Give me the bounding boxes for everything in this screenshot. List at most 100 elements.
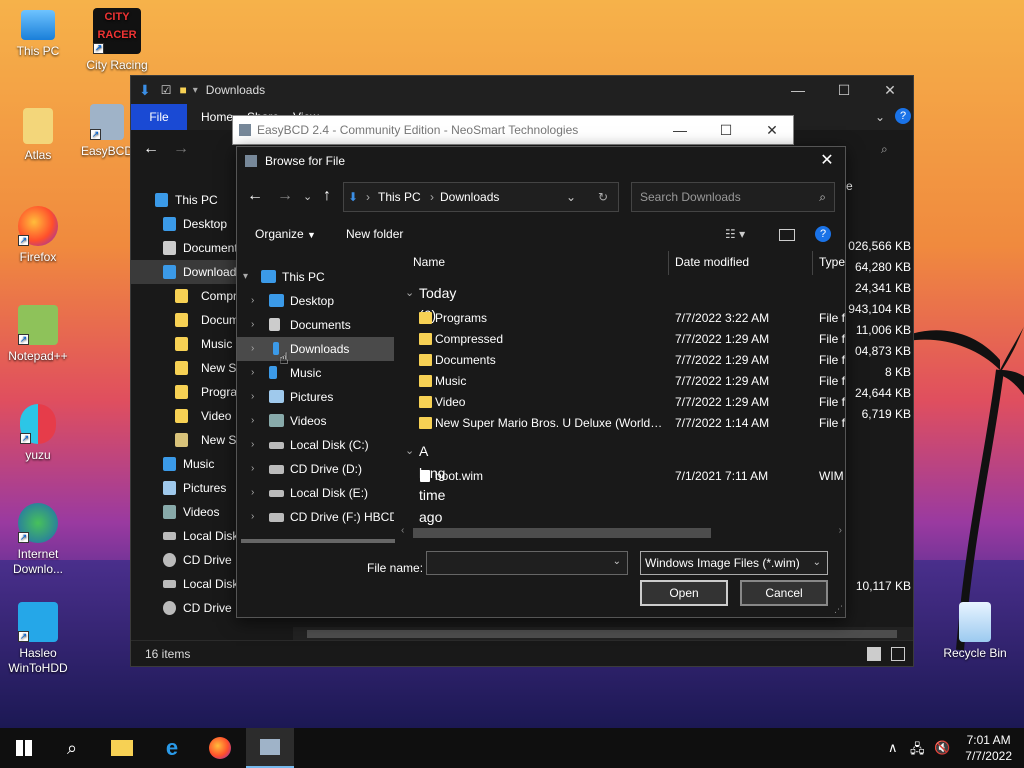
easybcd-window[interactable]: EasyBCD 2.4 - Community Edition - NeoSma… (232, 115, 794, 145)
sidebar-item[interactable]: Programs (131, 380, 241, 404)
new-folder-button[interactable]: New folder (346, 227, 403, 241)
tree-item-cd-drive-f[interactable]: ›CD Drive (F:) HBCD_PE_x64 (237, 505, 394, 529)
tree-item-this-pc[interactable]: ▾ This PC (237, 265, 394, 289)
sidebar-item[interactable]: Videos (131, 500, 241, 524)
explorer-titlebar[interactable]: ⬇ ☑ ■ ▾ Downloads — ☐ ✕ (131, 76, 913, 104)
sidebar-item[interactable]: Video (131, 404, 241, 428)
details-view-icon[interactable] (867, 647, 881, 661)
column-header-name[interactable]: Name (413, 249, 445, 275)
scroll-thumb[interactable] (307, 630, 897, 638)
sidebar-item[interactable]: Music (131, 332, 241, 356)
sidebar-item[interactable]: Local Disk (131, 524, 241, 548)
back-arrow-icon[interactable]: ← (247, 187, 263, 205)
tree-item-desktop[interactable]: › Desktop (237, 289, 394, 313)
taskbar-internet-explorer[interactable]: e (148, 728, 196, 768)
expand-icon[interactable]: › (251, 385, 254, 409)
sidebar-item[interactable]: Documents (131, 308, 241, 332)
breadcrumb-downloads[interactable]: Downloads (440, 190, 499, 204)
column-header-type[interactable]: Type (819, 249, 845, 275)
list-item[interactable]: Video7/7/2022 1:29 AMFile folder (405, 392, 845, 413)
chevron-down-icon[interactable]: ⌄ (613, 556, 621, 567)
address-dropdown-icon[interactable]: ⌄ (566, 190, 576, 204)
expand-icon[interactable]: › (251, 481, 254, 505)
cancel-button[interactable]: Cancel (740, 580, 828, 606)
explorer-maximize-button[interactable]: ☐ (821, 76, 867, 104)
file-type-select[interactable]: Windows Image Files (*.wim) ⌄ (640, 551, 828, 575)
column-divider[interactable] (668, 251, 669, 275)
scroll-thumb[interactable] (413, 528, 711, 538)
tree-item-local-disk-c[interactable]: › Local Disk (C:) (237, 433, 394, 457)
expand-icon[interactable]: › (251, 313, 254, 337)
scroll-left-icon[interactable]: ‹ (401, 525, 404, 536)
quick-access-properties-icon[interactable]: ☑ (161, 83, 172, 97)
quick-access-folder-icon[interactable]: ■ (180, 83, 187, 97)
file-list-hscrollbar[interactable]: ‹ › (399, 525, 844, 541)
taskbar-clock[interactable]: 7:01 AM 7/7/2022 (965, 732, 1012, 764)
preview-pane-icon[interactable] (779, 229, 795, 241)
list-item[interactable]: Programs7/7/2022 3:22 AMFile folder (405, 308, 845, 329)
desktop-icon-yuzu[interactable]: ↗ yuzu (3, 404, 73, 463)
up-arrow-icon[interactable]: ↑ (323, 187, 331, 205)
sidebar-item[interactable]: Pictures (131, 476, 241, 500)
tree-item-cd-drive-d[interactable]: › CD Drive (D:) (237, 457, 394, 481)
sidebar-item[interactable]: Local Disk (131, 572, 241, 596)
easybcd-minimize-button[interactable]: — (657, 116, 703, 144)
sidebar-item[interactable]: Desktop (131, 212, 241, 236)
forward-arrow-icon[interactable]: → (173, 140, 189, 158)
expand-icon[interactable]: › (251, 505, 254, 529)
list-item[interactable]: Documents7/7/2022 1:29 AMFile folder (405, 350, 845, 371)
desktop-icon-atlas[interactable]: Atlas (3, 108, 73, 163)
forward-arrow-icon[interactable]: → (277, 187, 293, 205)
ribbon-file-tab[interactable]: File (131, 104, 187, 130)
expand-icon[interactable]: › (251, 457, 254, 481)
organize-button[interactable]: Organize ▼ (255, 227, 316, 241)
expand-icon[interactable]: › (251, 409, 254, 433)
scroll-right-icon[interactable]: › (839, 525, 842, 536)
desktop-icon-city-racing[interactable]: CITY RACER ↗ City Racing (82, 8, 152, 73)
breadcrumb-this-pc[interactable]: This PC (378, 190, 421, 204)
open-button[interactable]: Open (640, 580, 728, 606)
tree-item-downloads[interactable]: › Downloads (237, 337, 394, 361)
search-input[interactable]: Search Downloads ⌕ (631, 182, 835, 212)
tree-item-music[interactable]: › Music (237, 361, 394, 385)
explorer-close-button[interactable]: ✕ (867, 76, 913, 104)
list-item[interactable]: Music7/7/2022 1:29 AMFile folder (405, 371, 845, 392)
tree-hscrollbar[interactable] (241, 539, 395, 543)
view-options-icon[interactable]: ☷ ▾ (725, 227, 745, 241)
desktop-icon-notepadpp[interactable]: ↗ Notepad++ (3, 305, 73, 364)
volume-muted-icon[interactable]: 🔇 (934, 740, 950, 756)
tree-item-documents[interactable]: › Documents (237, 313, 394, 337)
ribbon-expand-icon[interactable]: ⌄ (875, 110, 885, 124)
sidebar-item[interactable]: This PC (131, 188, 241, 212)
taskbar-file-explorer[interactable] (98, 728, 146, 768)
quick-access-dropdown-icon[interactable]: ▾ (193, 85, 198, 96)
resize-grip-icon[interactable]: ⋰ (834, 604, 843, 615)
easybcd-close-button[interactable]: ✕ (749, 116, 795, 144)
tray-overflow-icon[interactable]: ∧ (888, 740, 898, 756)
desktop-icon-hasleo[interactable]: ↗ Hasleo WinToHDD (3, 602, 73, 676)
sidebar-item[interactable]: Compressed (131, 284, 241, 308)
help-icon[interactable]: ? (895, 108, 911, 124)
desktop-icon-firefox[interactable]: ↗ Firefox (3, 206, 73, 265)
thumbnail-view-icon[interactable] (891, 647, 905, 661)
refresh-icon[interactable]: ↻ (598, 190, 608, 204)
sidebar-item[interactable]: CD Drive (131, 548, 241, 572)
collapse-icon[interactable]: ⌄ (405, 440, 414, 462)
sidebar-item[interactable]: New Super (131, 356, 241, 380)
desktop-icon-this-pc[interactable]: This PC (3, 10, 73, 59)
sidebar-item-downloads[interactable]: Downloads (131, 260, 241, 284)
tree-item-local-disk-e[interactable]: › Local Disk (E:) (237, 481, 394, 505)
network-icon[interactable]: 🖧 (910, 740, 925, 762)
expand-icon[interactable]: › (251, 337, 254, 361)
list-item[interactable]: boot.wim 7/1/2021 7:11 AM WIM (405, 466, 845, 487)
help-icon[interactable]: ? (815, 226, 831, 242)
file-name-input[interactable]: ⌄ (426, 551, 628, 575)
quick-access-download-icon[interactable]: ⬇ (139, 82, 151, 99)
sidebar-item[interactable]: CD Drive (131, 596, 241, 620)
expand-icon[interactable]: › (251, 361, 254, 385)
taskbar-easybcd[interactable] (246, 728, 294, 768)
expand-icon[interactable]: › (251, 289, 254, 313)
browse-file-dialog[interactable]: Browse for File ✕ ← → ⌄ ↑ ⬇ › This PC › … (236, 146, 846, 618)
desktop-icon-recycle-bin[interactable]: Recycle Bin (940, 602, 1010, 661)
sidebar-item[interactable]: New Super (131, 428, 241, 452)
